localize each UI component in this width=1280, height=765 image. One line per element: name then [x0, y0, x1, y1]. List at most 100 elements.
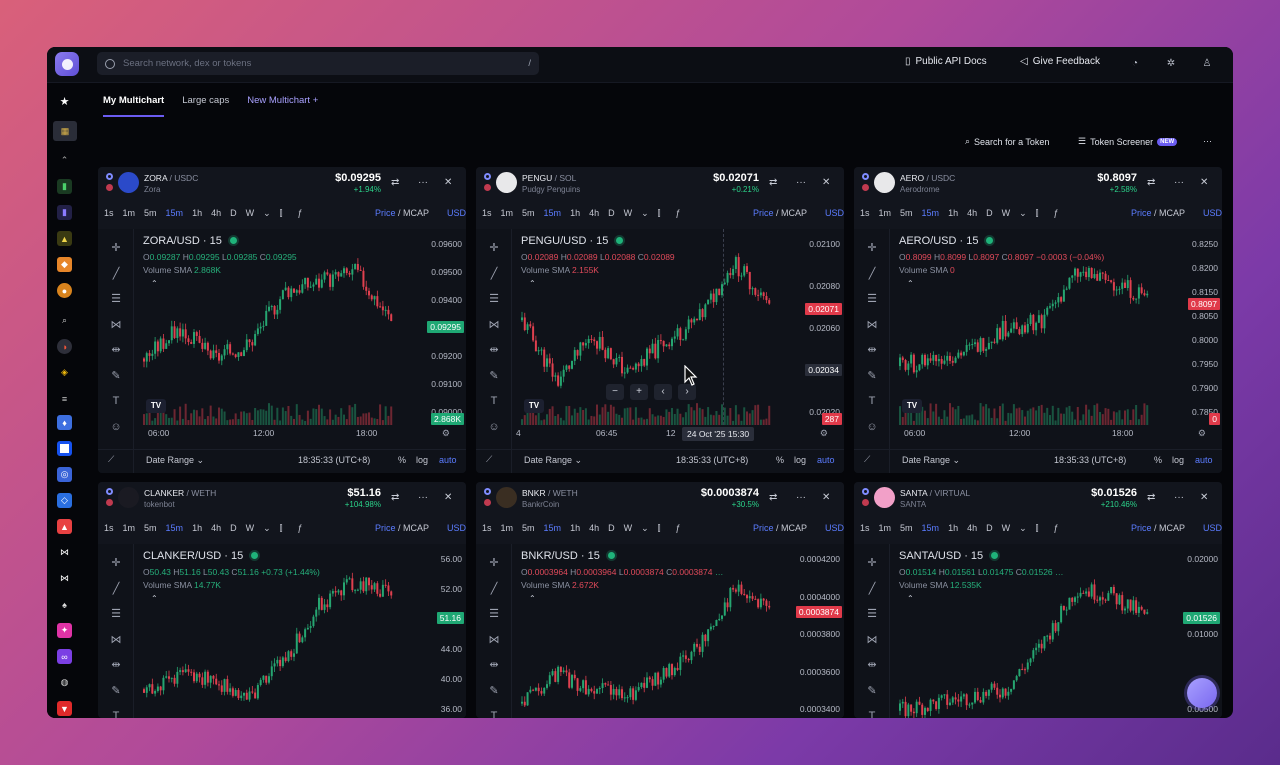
scroll-left-icon[interactable]: ‹: [654, 384, 672, 400]
base-icon[interactable]: [57, 441, 72, 456]
timeframe-3[interactable]: 15m: [544, 208, 562, 218]
price-mcap-toggle[interactable]: Price / MCAP: [375, 208, 438, 218]
percent-toggle[interactable]: %: [398, 455, 406, 465]
timeframe-5[interactable]: 4h: [589, 208, 599, 218]
chart-settings-icon[interactable]: ⚙: [1198, 428, 1206, 439]
network-icon-4[interactable]: ⋈: [57, 571, 72, 586]
swap-icon[interactable]: ⇄: [769, 177, 777, 188]
timeframe-1[interactable]: 1m: [123, 208, 136, 218]
timeframe-0[interactable]: 1s: [482, 208, 492, 218]
close-icon[interactable]: ✕: [444, 492, 452, 503]
collapse-legend-icon[interactable]: ⌃: [151, 594, 158, 603]
timeframe-3[interactable]: 15m: [922, 523, 940, 533]
date-range-dropdown[interactable]: Date Range ⌄: [146, 455, 204, 466]
brush-icon[interactable]: ✎: [486, 369, 502, 383]
zoom-out-icon[interactable]: −: [606, 384, 624, 400]
timeframe-2[interactable]: 5m: [900, 523, 913, 533]
currency-toggle[interactable]: USD: [825, 208, 844, 218]
bnb-icon[interactable]: ◈: [57, 365, 72, 380]
list-icon[interactable]: ≡: [57, 391, 72, 406]
timeframe-6[interactable]: D: [608, 208, 615, 218]
price-chart[interactable]: ✛ ╱ ☰ ⋈ ⇹ ✎ T ☺ AERO/USD · 15 O0.8099 H0.8099 L0.…: [854, 229, 1222, 473]
log-toggle[interactable]: log: [416, 455, 428, 465]
more-icon[interactable]: ···: [796, 492, 806, 503]
pair-label[interactable]: CLANKER / WETH: [144, 488, 216, 498]
brush-icon[interactable]: ✎: [864, 369, 880, 383]
more-icon[interactable]: ···: [796, 177, 806, 188]
timeframe-4[interactable]: 1h: [948, 208, 958, 218]
timeframe-1[interactable]: 1m: [879, 208, 892, 218]
pair-label[interactable]: SANTA / VIRTUAL: [900, 488, 970, 498]
timeframe-3[interactable]: 15m: [922, 208, 940, 218]
bell-icon[interactable]: ◔: [1129, 58, 1141, 70]
pattern-icon[interactable]: ⋈: [864, 633, 880, 647]
crosshair-icon[interactable]: ✛: [108, 556, 124, 570]
gear-icon[interactable]: ✲: [1165, 58, 1177, 70]
price-mcap-toggle[interactable]: Price / MCAP: [1131, 208, 1194, 218]
fib-icon[interactable]: ☰: [108, 607, 124, 621]
brush-icon[interactable]: ✎: [486, 684, 502, 698]
emoji-icon[interactable]: ☺: [486, 420, 502, 434]
indicators-icon[interactable]: ƒ: [676, 523, 681, 533]
auto-scale-toggle[interactable]: auto: [439, 455, 457, 465]
timeframe-2[interactable]: 5m: [900, 208, 913, 218]
price-chart[interactable]: ✛ ╱ ☰ ⋈ ⇹ ✎ T ☺ PENGU/USD · 15 O0.02089 H0.02089 …: [476, 229, 844, 473]
crosshair-icon[interactable]: ✛: [108, 241, 124, 255]
auto-scale-toggle[interactable]: auto: [817, 455, 835, 465]
polygon-icon[interactable]: ∞: [57, 649, 72, 664]
network-icon-5[interactable]: ♠: [57, 597, 72, 612]
timeframe-5[interactable]: 4h: [967, 208, 977, 218]
timeframe-3[interactable]: 15m: [166, 523, 184, 533]
indicators-icon[interactable]: ƒ: [298, 523, 303, 533]
close-icon[interactable]: ✕: [1200, 177, 1208, 188]
close-icon[interactable]: ✕: [1200, 492, 1208, 503]
timeframe-4[interactable]: 1h: [570, 208, 580, 218]
crosshair-icon[interactable]: ✛: [486, 556, 502, 570]
price-mcap-toggle[interactable]: Price / MCAP: [1131, 523, 1194, 533]
search-icon[interactable]: ⌕: [57, 313, 72, 328]
timeframe-4[interactable]: 1h: [570, 523, 580, 533]
trend-line-icon[interactable]: ╱: [486, 267, 502, 281]
percent-toggle[interactable]: %: [776, 455, 784, 465]
candles-icon[interactable]: ⫿: [280, 208, 283, 219]
timeframe-7[interactable]: W: [246, 208, 255, 218]
measure-icon[interactable]: ⇹: [108, 658, 124, 672]
measure-icon[interactable]: ⇹: [108, 343, 124, 357]
timeframe-6[interactable]: D: [986, 523, 993, 533]
warning-icon[interactable]: ▲: [57, 231, 72, 246]
chevron-down-icon[interactable]: ⌄: [1019, 208, 1027, 219]
app-logo[interactable]: [55, 52, 79, 76]
tron-icon[interactable]: ▼: [57, 701, 72, 716]
timeframe-6[interactable]: D: [230, 208, 237, 218]
measure-icon[interactable]: ⇹: [864, 343, 880, 357]
pair-label[interactable]: BNKR / WETH: [522, 488, 578, 498]
timeframe-4[interactable]: 1h: [192, 208, 202, 218]
chevron-down-icon[interactable]: ⌄: [1019, 523, 1027, 534]
log-toggle[interactable]: log: [1172, 455, 1184, 465]
more-options-button[interactable]: ···: [1203, 136, 1212, 146]
text-icon[interactable]: T: [108, 394, 124, 408]
chevron-down-icon[interactable]: ⌄: [263, 208, 271, 219]
trend-line-icon[interactable]: ╱: [486, 582, 502, 596]
date-range-dropdown[interactable]: Date Range ⌄: [524, 455, 582, 466]
price-mcap-toggle[interactable]: Price / MCAP: [753, 208, 816, 218]
timeframe-6[interactable]: D: [230, 523, 237, 533]
assistant-button[interactable]: [1187, 678, 1217, 708]
swap-icon[interactable]: ⇄: [1147, 177, 1155, 188]
network-icon-1[interactable]: ◎: [57, 467, 72, 482]
more-icon[interactable]: ···: [1174, 177, 1184, 188]
currency-toggle[interactable]: USD: [447, 208, 466, 218]
crosshair-icon[interactable]: ✛: [864, 241, 880, 255]
timeframe-7[interactable]: W: [624, 208, 633, 218]
measure-icon[interactable]: ⇹: [486, 343, 502, 357]
candles-icon[interactable]: ⫿: [1036, 208, 1039, 219]
indicators-icon[interactable]: ƒ: [1054, 208, 1059, 218]
close-icon[interactable]: ✕: [822, 177, 830, 188]
brush-icon[interactable]: ✎: [108, 369, 124, 383]
timeframe-2[interactable]: 5m: [522, 523, 535, 533]
candles-icon[interactable]: ⫿: [1036, 523, 1039, 534]
pattern-icon[interactable]: ⋈: [864, 318, 880, 332]
timeframe-0[interactable]: 1s: [104, 523, 114, 533]
pair-label[interactable]: AERO / USDC: [900, 173, 955, 183]
price-mcap-toggle[interactable]: Price / MCAP: [375, 523, 438, 533]
